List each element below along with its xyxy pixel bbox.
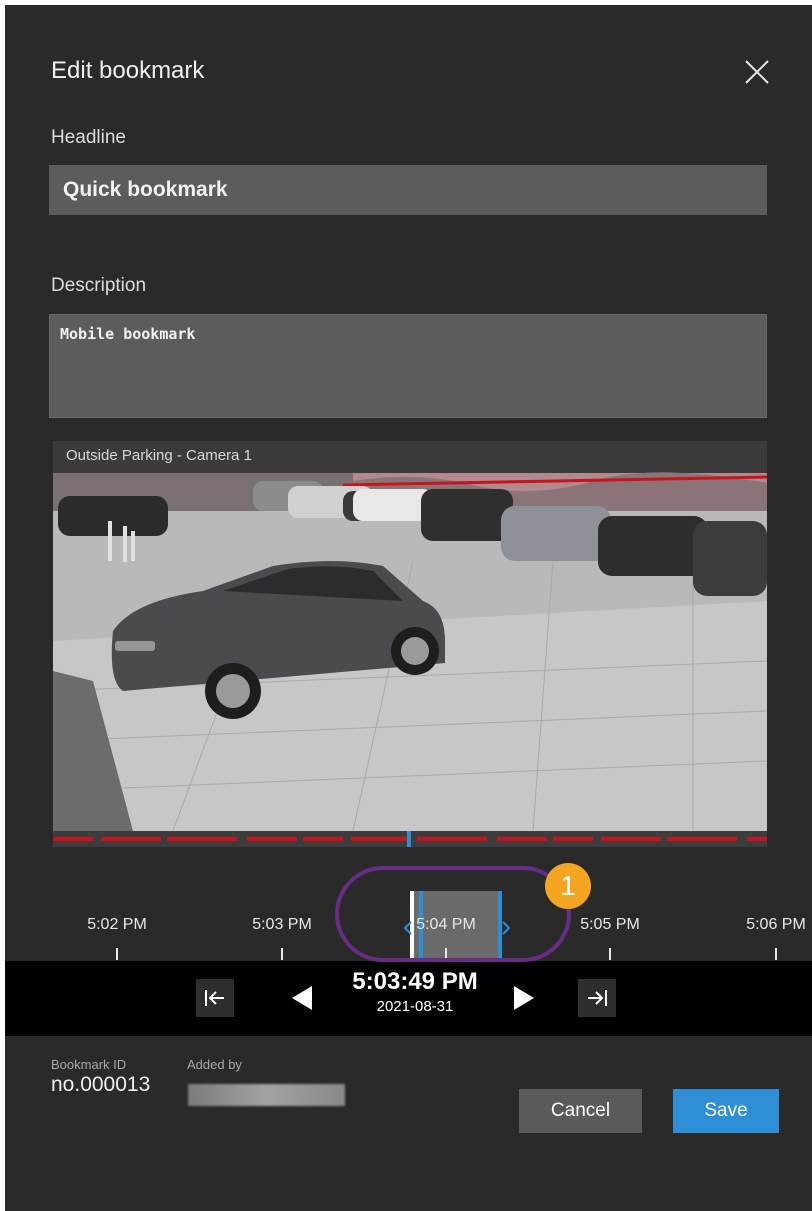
camera-title: Outside Parking - Camera 1 bbox=[66, 447, 252, 464]
tick-label: 5:03 PM bbox=[252, 916, 312, 933]
camera-video-preview[interactable]: Outside Parking - Camera 1 bbox=[53, 441, 767, 847]
previous-icon bbox=[292, 986, 312, 1010]
jump-to-end-button[interactable] bbox=[578, 979, 616, 1017]
tick-mark bbox=[775, 948, 777, 960]
added-by-label: Added by bbox=[187, 1057, 242, 1072]
headline-input[interactable] bbox=[49, 165, 767, 215]
current-date: 2021-08-31 bbox=[376, 998, 454, 1015]
close-icon bbox=[745, 60, 769, 84]
tick-label: 5:06 PM bbox=[746, 916, 806, 933]
next-icon bbox=[514, 986, 534, 1010]
edit-bookmark-dialog: Edit bookmark Headline Description Mobil… bbox=[5, 5, 812, 1211]
close-button[interactable] bbox=[738, 55, 774, 91]
annotation-badge: 1 bbox=[545, 863, 591, 909]
save-button[interactable]: Save bbox=[673, 1089, 779, 1133]
cancel-button[interactable]: Cancel bbox=[519, 1089, 642, 1133]
current-time-display: 5:03:49 PM 2021-08-31 bbox=[342, 967, 488, 1017]
previous-button[interactable] bbox=[283, 979, 321, 1017]
tick-mark bbox=[609, 948, 611, 960]
dialog-title: Edit bookmark bbox=[51, 57, 205, 84]
headline-label: Headline bbox=[51, 127, 126, 148]
next-button[interactable] bbox=[505, 979, 543, 1017]
tick-label: 5:05 PM bbox=[580, 916, 640, 933]
annotation-highlight bbox=[335, 866, 571, 962]
jump-to-end-icon bbox=[588, 990, 607, 1006]
added-by-redacted bbox=[188, 1084, 345, 1106]
current-time: 5:03:49 PM bbox=[352, 968, 478, 995]
jump-to-start-button[interactable] bbox=[196, 979, 234, 1017]
bookmark-id-value: no.000013 bbox=[51, 1073, 151, 1096]
camera-frame-image bbox=[53, 441, 767, 847]
tick-mark bbox=[116, 948, 118, 960]
tick-label: 5:02 PM bbox=[87, 916, 147, 933]
playback-bar: 5:03:49 PM 2021-08-31 bbox=[5, 961, 812, 1036]
description-input[interactable]: Mobile bookmark bbox=[49, 314, 767, 418]
description-label: Description bbox=[51, 275, 147, 296]
tick-mark bbox=[281, 948, 283, 960]
bookmark-id-label: Bookmark ID bbox=[51, 1057, 127, 1072]
jump-to-start-icon bbox=[205, 990, 224, 1006]
